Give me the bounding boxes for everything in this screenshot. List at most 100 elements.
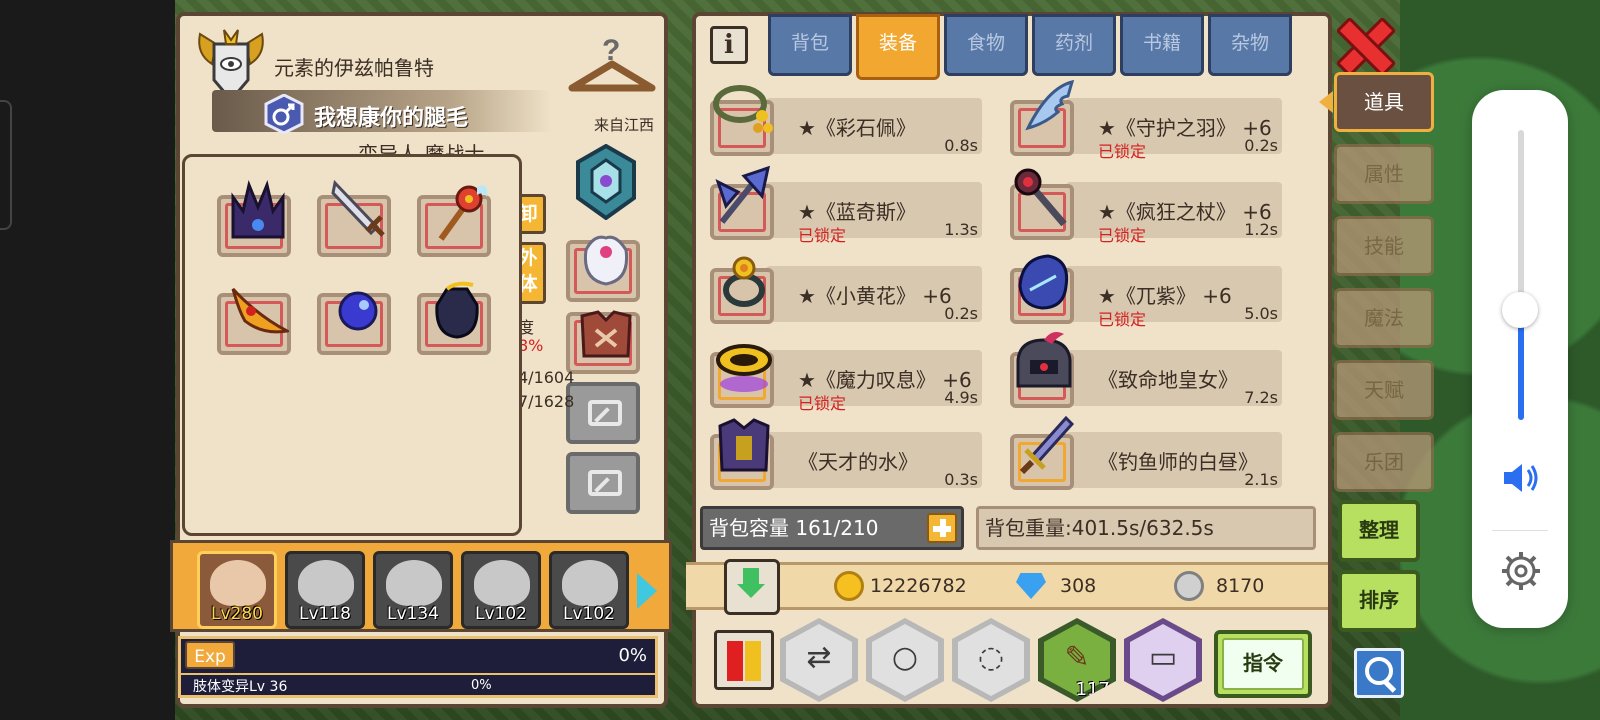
gem-necklace-icon bbox=[713, 85, 773, 133]
mad-staff-icon bbox=[1014, 168, 1067, 227]
rank-bar-icon bbox=[745, 641, 761, 681]
info-button[interactable]: i bbox=[710, 26, 748, 64]
equip-slot-4[interactable] bbox=[217, 287, 291, 355]
command-button[interactable]: 指令 bbox=[1214, 630, 1312, 698]
leather-armor-icon bbox=[580, 310, 632, 358]
tab-equipment[interactable]: 装备 bbox=[856, 14, 940, 80]
team-member-4[interactable]: Lv102 bbox=[461, 551, 541, 629]
side-tab-skills[interactable]: 技能 bbox=[1334, 216, 1434, 276]
magnifier-icon: ○ bbox=[891, 640, 919, 675]
mutation-level-label: 肢体变异Lv 36 bbox=[193, 679, 288, 695]
armor-slot[interactable] bbox=[566, 310, 640, 374]
deposit-download-icon[interactable] bbox=[724, 559, 780, 615]
side-tab-items[interactable]: 道具 bbox=[1319, 72, 1434, 132]
item-weight: 0.2s bbox=[944, 304, 978, 323]
side-tab-attributes[interactable]: 属性 bbox=[1334, 144, 1434, 204]
scroll-count: 117 bbox=[1075, 679, 1110, 700]
next-arrow-icon[interactable] bbox=[637, 573, 657, 609]
equip-slot-1[interactable] bbox=[217, 180, 291, 257]
empty-slot-icon bbox=[588, 400, 622, 426]
guardian-feather-icon bbox=[1025, 79, 1075, 131]
item-name: 《天才的水》 bbox=[798, 450, 918, 474]
item-locked: 已锁定 bbox=[1098, 226, 1147, 245]
settings-gear-icon[interactable] bbox=[1500, 550, 1542, 592]
divider bbox=[1492, 530, 1548, 531]
equip-slot-6[interactable] bbox=[417, 281, 491, 355]
ranking-button[interactable] bbox=[714, 630, 774, 690]
team-member-1[interactable]: Lv280 bbox=[197, 551, 277, 629]
scroll-button[interactable]: ✎ 117 bbox=[1038, 618, 1116, 702]
inspect-button[interactable]: ○ bbox=[866, 618, 944, 702]
portrait bbox=[298, 560, 354, 606]
portrait bbox=[474, 560, 530, 606]
exp-bar: Exp 0% 肢体变异Lv 36 0% bbox=[178, 636, 658, 698]
item-name: ★《兀紫》 +6 bbox=[1098, 284, 1232, 308]
speaker-icon[interactable] bbox=[1500, 460, 1542, 496]
volume-slider[interactable] bbox=[1518, 130, 1524, 420]
inventory-item[interactable]: ★《守护之羽》 +6 已锁定 0.2s bbox=[1002, 79, 1284, 161]
wardrobe-hanger-icon[interactable]: ? bbox=[566, 28, 658, 100]
character-title: 元素的伊兹帕鲁特 bbox=[274, 56, 434, 80]
rank-bar-icon bbox=[727, 641, 743, 681]
mutation-exp-percent: 0% bbox=[471, 678, 492, 693]
silver-amount: 8170 bbox=[1216, 575, 1265, 597]
inventory-item[interactable]: ★《魔力叹息》 +6 已锁定 4.9s bbox=[702, 338, 984, 413]
bag-capacity: 背包容量 161/210 bbox=[700, 506, 964, 550]
portrait bbox=[562, 560, 618, 606]
inventory-item[interactable]: ★《疯狂之杖》 +6 已锁定 1.2s bbox=[1002, 168, 1284, 245]
item-name: 《致命地皇女》 bbox=[1098, 368, 1238, 392]
inventory-item[interactable]: ★《蓝奇斯》 已锁定 1.3s bbox=[702, 165, 984, 245]
organize-button[interactable]: 整理 bbox=[1338, 500, 1420, 562]
bag-weight: 背包重量:401.5s/632.5s bbox=[976, 506, 1316, 550]
male-badge-icon bbox=[264, 94, 304, 134]
tab-misc[interactable]: 杂物 bbox=[1208, 14, 1292, 76]
team-member-2[interactable]: Lv118 bbox=[285, 551, 365, 629]
search-icon[interactable] bbox=[1354, 648, 1404, 698]
close-icon[interactable] bbox=[1336, 18, 1388, 70]
tab-food[interactable]: 食物 bbox=[944, 14, 1028, 76]
equip-slot-2[interactable] bbox=[317, 179, 391, 257]
inventory-item[interactable]: ★《兀紫》 +6 已锁定 5.0s bbox=[1002, 254, 1284, 329]
glove-slot[interactable] bbox=[566, 235, 640, 302]
dark-gauntlet-icon bbox=[435, 281, 479, 339]
inventory-item[interactable]: ★《彩石佩》 0.8s bbox=[702, 85, 984, 158]
empty-slot-icon bbox=[588, 470, 622, 496]
tab-backpack[interactable]: 背包 bbox=[768, 14, 852, 76]
white-glove-icon bbox=[583, 235, 629, 286]
empty-slot-2[interactable] bbox=[566, 452, 640, 514]
sort-button[interactable]: 排序 bbox=[1338, 570, 1420, 632]
microwave-button[interactable]: ▭ bbox=[1124, 618, 1202, 702]
exp-percent: 0% bbox=[618, 645, 647, 666]
member-level: Lv280 bbox=[211, 604, 263, 624]
empty-slot-1[interactable] bbox=[566, 382, 640, 444]
team-member-5[interactable]: Lv102 bbox=[549, 551, 629, 629]
tab-potion[interactable]: 药剂 bbox=[1032, 14, 1116, 76]
equip-slot-5[interactable] bbox=[317, 291, 391, 355]
swap-button[interactable]: ⇄ bbox=[780, 618, 858, 702]
equip-slot-3[interactable] bbox=[417, 185, 491, 257]
search-hex-button[interactable]: ◌ bbox=[952, 618, 1030, 702]
purple-gauntlet-icon bbox=[1018, 254, 1069, 310]
volume-thumb[interactable] bbox=[1502, 291, 1538, 328]
side-tab-talent[interactable]: 天赋 bbox=[1334, 360, 1434, 420]
member-level: Lv102 bbox=[475, 604, 527, 624]
side-tab-magic[interactable]: 魔法 bbox=[1334, 288, 1434, 348]
member-level: Lv102 bbox=[563, 604, 615, 624]
item-weight: 0.8s bbox=[944, 136, 978, 155]
inventory-item[interactable]: 《钓鱼师的白昼》 2.1s bbox=[1002, 415, 1284, 492]
magic-ring-icon bbox=[716, 344, 772, 392]
inventory-item[interactable]: 《致命地皇女》 7.2s bbox=[1002, 332, 1284, 410]
inventory-item[interactable]: ★《小黄花》 +6 0.2s bbox=[702, 254, 984, 326]
item-name: 《钓鱼师的白昼》 bbox=[1098, 450, 1258, 474]
winged-mace-icon bbox=[438, 185, 488, 241]
gold-amount: 12226782 bbox=[870, 575, 967, 597]
tab-books[interactable]: 书籍 bbox=[1120, 14, 1204, 76]
inventory-item[interactable]: 《天才的水》 0.3s bbox=[702, 418, 984, 492]
expand-capacity-button[interactable] bbox=[927, 513, 957, 543]
side-tab-band[interactable]: 乐团 bbox=[1334, 432, 1434, 492]
sword-icon bbox=[1019, 415, 1075, 475]
item-weight: 0.2s bbox=[1244, 136, 1278, 155]
item-locked: 已锁定 bbox=[798, 394, 847, 413]
guild-shield-icon[interactable] bbox=[574, 144, 638, 220]
team-member-3[interactable]: Lv134 bbox=[373, 551, 453, 629]
